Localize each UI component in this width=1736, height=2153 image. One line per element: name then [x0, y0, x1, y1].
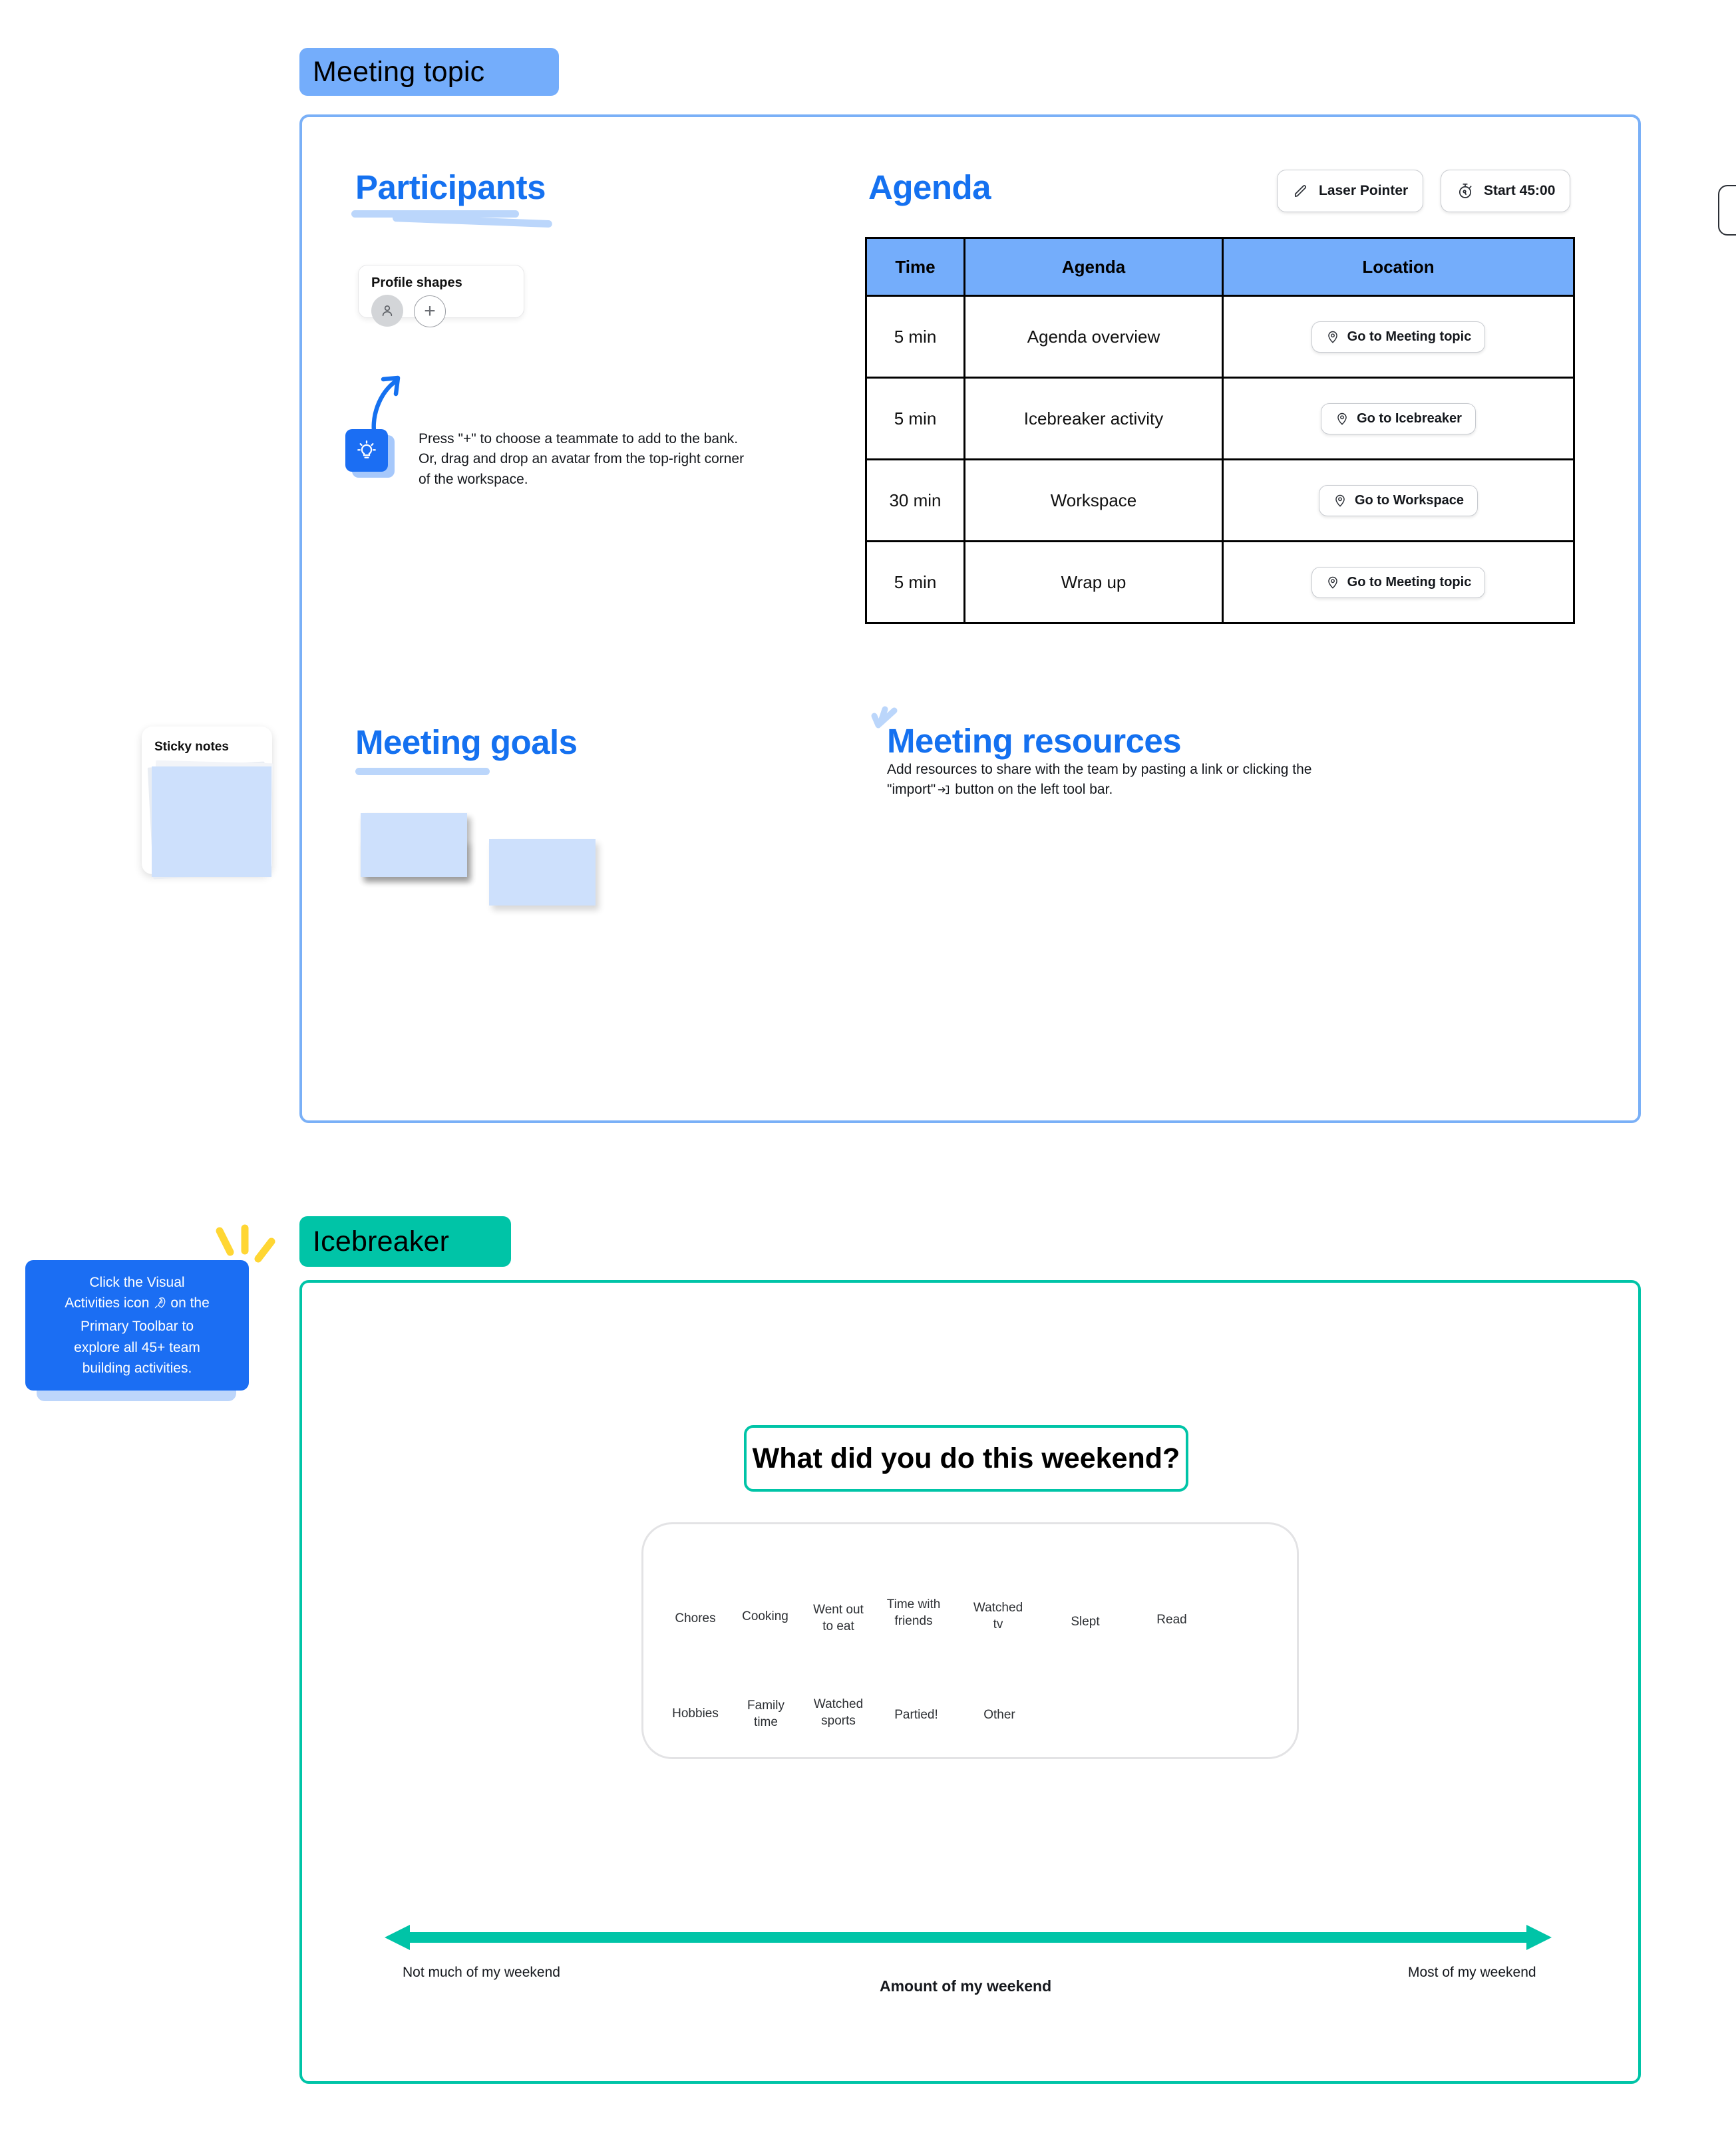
participants-hint-text: Press "+" to choose a teammate to add to…: [419, 431, 745, 487]
axis-left-label: Not much of my weekend: [403, 1965, 560, 1980]
participants-heading: Participants: [355, 168, 546, 206]
person-icon[interactable]: [371, 295, 403, 327]
sticky-note[interactable]: [361, 813, 467, 877]
icebreaker-question[interactable]: What did you do this weekend?: [744, 1425, 1188, 1492]
meeting-resources-line1: Add resources to share with the team by …: [887, 762, 1312, 777]
meeting-resources-line2-post: button on the left tool bar.: [955, 781, 1113, 797]
table-header-row: Time Agenda Location: [865, 237, 1575, 297]
cell-location: Go to Workspace: [1222, 458, 1575, 542]
bank-word[interactable]: Partied!: [884, 1707, 948, 1724]
table-row: 5 min Agenda overview Go to Meeting topi…: [865, 295, 1575, 379]
cell-time: 5 min: [865, 377, 965, 460]
axis-caption: Amount of my weekend: [880, 1977, 1052, 1995]
tooltip-line2-post: on the: [170, 1295, 210, 1311]
weekend-axis-arrow-icon: [385, 1925, 1552, 1950]
map-pin-icon: [1325, 329, 1340, 344]
tooltip-line1: Click the Visual: [89, 1275, 185, 1291]
stopwatch-icon: [1456, 182, 1475, 200]
import-icon: [937, 782, 950, 802]
cell-agenda: Wrap up: [963, 540, 1224, 624]
map-pin-icon: [1333, 493, 1347, 508]
bank-word-label: Watched tv: [973, 1601, 1023, 1631]
profile-shapes-title: Profile shapes: [371, 275, 462, 290]
map-pin-icon: [1335, 411, 1349, 426]
cell-location: Go to Meeting topic: [1222, 540, 1575, 624]
bank-word-label: Watched sports: [813, 1697, 864, 1728]
bank-word-label: Family time: [747, 1699, 784, 1729]
goto-button[interactable]: Go to Meeting topic: [1311, 321, 1486, 353]
laser-pointer-button[interactable]: Laser Pointer: [1277, 170, 1424, 212]
goto-button-label: Go to Meeting topic: [1347, 574, 1472, 589]
sticky-notes-card-title: Sticky notes: [154, 740, 229, 754]
meeting-resources-heading: Meeting resources: [887, 722, 1182, 760]
icebreaker-tooltip: Click the Visual Activities icon on the …: [25, 1260, 249, 1391]
lightbulb-icon[interactable]: [345, 429, 388, 472]
goto-button-label: Go to Workspace: [1354, 492, 1465, 508]
cell-time: 5 min: [865, 540, 965, 624]
cell-location: Go to Icebreaker: [1222, 377, 1575, 460]
goto-button[interactable]: Go to Meeting topic: [1311, 566, 1486, 598]
frame-title-icebreaker[interactable]: Icebreaker: [299, 1216, 511, 1267]
agenda-table: Time Agenda Location 5 min Agenda overvi…: [865, 237, 1575, 624]
frame-title-meeting-topic[interactable]: Meeting topic: [299, 48, 559, 96]
column-header-agenda: Agenda: [963, 237, 1224, 297]
meeting-goals-heading: Meeting goals: [355, 723, 578, 761]
plus-icon[interactable]: +: [414, 295, 446, 327]
sticky-note-stack-front: [152, 766, 271, 877]
tooltip-line5: building activities.: [82, 1360, 192, 1376]
cell-time: 5 min: [865, 295, 965, 379]
goto-button-label: Go to Meeting topic: [1347, 329, 1472, 344]
pen-icon: [1292, 182, 1309, 200]
agenda-heading: Agenda: [868, 168, 991, 206]
bank-word-label: Went out to eat: [813, 1603, 864, 1633]
meeting-resources-blurb: Add resources to share with the team by …: [887, 760, 1346, 802]
bank-word[interactable]: Chores: [665, 1611, 725, 1627]
column-header-time: Time: [865, 237, 965, 297]
bank-word[interactable]: Watched sports: [806, 1697, 870, 1729]
offscreen-panel-edge: [1718, 185, 1736, 236]
bank-word[interactable]: Read: [1142, 1612, 1202, 1629]
meeting-resources-line2-pre: "import": [887, 781, 936, 797]
bank-word[interactable]: Slept: [1055, 1614, 1115, 1631]
icebreaker-question-label: What did you do this weekend?: [752, 1442, 1180, 1474]
tooltip-line2-pre: Activities icon: [65, 1295, 150, 1311]
axis-right-label: Most of my weekend: [1408, 1965, 1536, 1980]
bank-word-label: Time with friends: [886, 1597, 941, 1628]
map-pin-icon: [1325, 575, 1340, 589]
goto-button[interactable]: Go to Workspace: [1318, 484, 1478, 516]
tooltip-line3: Primary Toolbar to: [80, 1319, 194, 1335]
start-timer-label: Start 45:00: [1484, 183, 1556, 198]
cell-agenda: Icebreaker activity: [963, 377, 1224, 460]
cell-location: Go to Meeting topic: [1222, 295, 1575, 379]
bank-word[interactable]: Time with friends: [882, 1597, 946, 1629]
table-row: 5 min Wrap up Go to Meeting topic: [865, 540, 1575, 624]
bank-word[interactable]: Family time: [734, 1698, 798, 1731]
tooltip-line4: explore all 45+ team: [74, 1339, 200, 1355]
bank-word[interactable]: Watched tv: [966, 1600, 1030, 1633]
cell-agenda: Workspace: [963, 458, 1224, 542]
column-header-location: Location: [1222, 237, 1575, 297]
bank-word[interactable]: Hobbies: [665, 1706, 725, 1723]
cell-agenda: Agenda overview: [963, 295, 1224, 379]
meeting-goals-underline: [355, 768, 490, 775]
goto-button-label: Go to Icebreaker: [1357, 411, 1462, 426]
bank-word[interactable]: Cooking: [735, 1609, 795, 1625]
table-row: 30 min Workspace Go to Workspace: [865, 458, 1575, 542]
sticky-note[interactable]: [489, 839, 596, 906]
cell-time: 30 min: [865, 458, 965, 542]
bank-word[interactable]: Other: [967, 1707, 1031, 1724]
table-row: 5 min Icebreaker activity Go to Icebreak…: [865, 377, 1575, 460]
goto-button[interactable]: Go to Icebreaker: [1321, 403, 1476, 434]
bank-word[interactable]: Went out to eat: [806, 1602, 870, 1635]
laser-pointer-label: Laser Pointer: [1319, 183, 1409, 198]
start-timer-button[interactable]: Start 45:00: [1441, 170, 1571, 212]
frame-title-meeting-topic-label: Meeting topic: [313, 55, 485, 88]
rocket-icon: [153, 1295, 166, 1316]
frame-title-icebreaker-label: Icebreaker: [313, 1225, 450, 1257]
